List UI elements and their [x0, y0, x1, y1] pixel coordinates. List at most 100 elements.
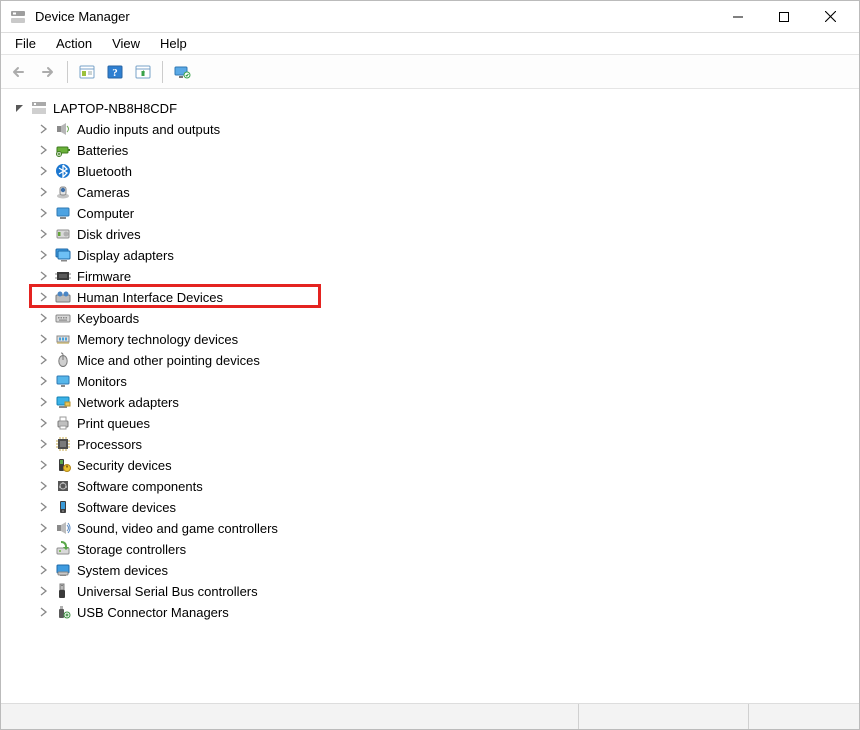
tree-item-label: Keyboards: [77, 312, 139, 325]
remote-monitor-icon: [173, 64, 191, 80]
toolbar-scan-button[interactable]: [130, 59, 156, 85]
tree-item[interactable]: Monitors: [5, 370, 859, 391]
computer-icon: [55, 205, 71, 221]
speaker-icon: [55, 121, 71, 137]
chevron-right-icon[interactable]: [37, 542, 51, 556]
tree-item[interactable]: USB Connector Managers: [5, 601, 859, 622]
chevron-right-icon[interactable]: [37, 143, 51, 157]
tree-item[interactable]: Universal Serial Bus controllers: [5, 580, 859, 601]
security-icon: [55, 457, 71, 473]
tree-item[interactable]: Network adapters: [5, 391, 859, 412]
menu-help[interactable]: Help: [152, 34, 199, 53]
menu-action[interactable]: Action: [48, 34, 104, 53]
chevron-right-icon[interactable]: [37, 206, 51, 220]
statusbar-pane: [749, 704, 859, 729]
sound-icon: [55, 520, 71, 536]
toolbar: ?: [1, 55, 859, 89]
chevron-right-icon[interactable]: [37, 290, 51, 304]
tree-item-label: Processors: [77, 438, 142, 451]
tree-item[interactable]: Human Interface Devices: [5, 286, 859, 307]
toolbar-monitor-button[interactable]: [169, 59, 195, 85]
monitor-icon: [55, 373, 71, 389]
chevron-right-icon[interactable]: [37, 605, 51, 619]
menu-view[interactable]: View: [104, 34, 152, 53]
tree-item[interactable]: Batteries: [5, 139, 859, 160]
device-tree[interactable]: LAPTOP-NB8H8CDF Audio inputs and outputs…: [1, 91, 859, 701]
tree-item[interactable]: Disk drives: [5, 223, 859, 244]
chevron-right-icon[interactable]: [37, 164, 51, 178]
tree-item[interactable]: Software components: [5, 475, 859, 496]
toolbar-help-button[interactable]: ?: [102, 59, 128, 85]
chevron-right-icon[interactable]: [37, 416, 51, 430]
tree-item[interactable]: Storage controllers: [5, 538, 859, 559]
chevron-right-icon[interactable]: [37, 227, 51, 241]
tree-item-label: System devices: [77, 564, 168, 577]
tree-item[interactable]: Firmware: [5, 265, 859, 286]
tree-item[interactable]: Cameras: [5, 181, 859, 202]
tree-item-label: Memory technology devices: [77, 333, 238, 346]
tree-item[interactable]: Memory technology devices: [5, 328, 859, 349]
window-title: Device Manager: [35, 9, 130, 24]
statusbar-pane: [1, 704, 579, 729]
toolbar-properties-button[interactable]: [74, 59, 100, 85]
toolbar-back-button[interactable]: [7, 59, 33, 85]
tree-item[interactable]: Keyboards: [5, 307, 859, 328]
tree-item[interactable]: Mice and other pointing devices: [5, 349, 859, 370]
chevron-right-icon[interactable]: [37, 332, 51, 346]
chevron-right-icon[interactable]: [37, 500, 51, 514]
tree-item[interactable]: Software devices: [5, 496, 859, 517]
chevron-right-icon[interactable]: [37, 584, 51, 598]
chevron-right-icon[interactable]: [37, 122, 51, 136]
chevron-right-icon[interactable]: [37, 248, 51, 262]
close-button[interactable]: [807, 2, 853, 32]
tree-item[interactable]: Computer: [5, 202, 859, 223]
chevron-right-icon[interactable]: [37, 311, 51, 325]
chevron-right-icon[interactable]: [37, 269, 51, 283]
swcomp-icon: [55, 478, 71, 494]
tree-item-label: Audio inputs and outputs: [77, 123, 220, 136]
tree-item[interactable]: Bluetooth: [5, 160, 859, 181]
tree-item-label: Software components: [77, 480, 203, 493]
cpu-icon: [55, 436, 71, 452]
tree-item[interactable]: Sound, video and game controllers: [5, 517, 859, 538]
tree-item[interactable]: Security devices: [5, 454, 859, 475]
tree-item[interactable]: System devices: [5, 559, 859, 580]
chevron-right-icon[interactable]: [37, 521, 51, 535]
tree-root[interactable]: LAPTOP-NB8H8CDF: [5, 97, 859, 118]
tree-item-label: Network adapters: [77, 396, 179, 409]
toolbar-separator: [67, 61, 68, 83]
minimize-button[interactable]: [715, 2, 761, 32]
tree-item-label: Computer: [77, 207, 134, 220]
arrow-right-icon: [39, 65, 57, 79]
tree-item-label: Mice and other pointing devices: [77, 354, 260, 367]
chevron-right-icon[interactable]: [37, 479, 51, 493]
chevron-right-icon[interactable]: [37, 185, 51, 199]
tree-item[interactable]: Display adapters: [5, 244, 859, 265]
printer-icon: [55, 415, 71, 431]
tree-item-label: Print queues: [77, 417, 150, 430]
menu-file[interactable]: File: [7, 34, 48, 53]
tree-item[interactable]: Audio inputs and outputs: [5, 118, 859, 139]
device-manager-app-icon: [9, 8, 27, 26]
chevron-right-icon[interactable]: [37, 374, 51, 388]
tree-root-label: LAPTOP-NB8H8CDF: [53, 102, 177, 115]
chevron-right-icon[interactable]: [37, 395, 51, 409]
keyboard-icon: [55, 310, 71, 326]
maximize-button[interactable]: [761, 2, 807, 32]
tree-item-label: Monitors: [77, 375, 127, 388]
tree-item[interactable]: Print queues: [5, 412, 859, 433]
usbconn-icon: [55, 604, 71, 620]
properties-icon: [78, 64, 96, 80]
toolbar-forward-button[interactable]: [35, 59, 61, 85]
tree-item-label: Cameras: [77, 186, 130, 199]
chevron-right-icon[interactable]: [37, 458, 51, 472]
battery-icon: [55, 142, 71, 158]
chevron-down-icon[interactable]: [13, 101, 27, 115]
tree-item[interactable]: Processors: [5, 433, 859, 454]
chevron-right-icon[interactable]: [37, 563, 51, 577]
tree-item-label: Security devices: [77, 459, 172, 472]
hid-icon: [55, 289, 71, 305]
chevron-right-icon[interactable]: [37, 437, 51, 451]
chevron-right-icon[interactable]: [37, 353, 51, 367]
memory-icon: [55, 331, 71, 347]
